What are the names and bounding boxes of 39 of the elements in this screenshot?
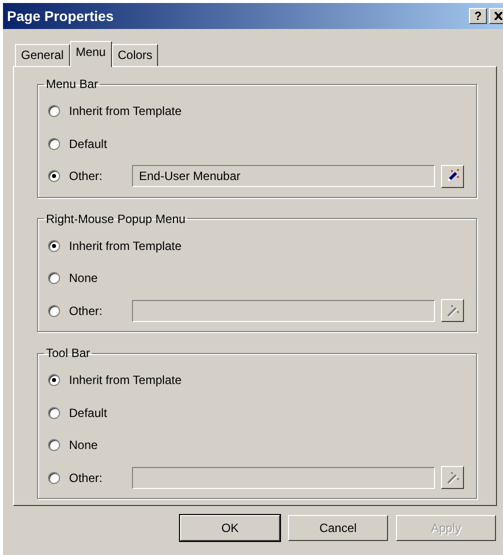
group-title: Right-Mouse Popup Menu bbox=[45, 212, 186, 226]
radio-option[interactable]: Inherit from Template bbox=[48, 104, 182, 118]
close-button[interactable] bbox=[489, 8, 503, 24]
tab[interactable]: Colors bbox=[112, 44, 158, 66]
tab[interactable]: General bbox=[15, 44, 70, 66]
radio-option[interactable]: None bbox=[48, 271, 132, 286]
menu-field[interactable]: End-User Menubar bbox=[132, 165, 435, 188]
wand-icon bbox=[444, 302, 460, 319]
pick-button[interactable] bbox=[441, 164, 464, 188]
tab[interactable]: Menu bbox=[70, 41, 112, 67]
close-icon bbox=[494, 12, 502, 20]
radio-option[interactable]: Other: bbox=[48, 470, 132, 485]
wand-icon bbox=[444, 168, 460, 184]
radio-button[interactable] bbox=[48, 406, 60, 419]
radio-option[interactable]: Other: bbox=[48, 169, 132, 184]
wand-icon bbox=[444, 470, 460, 486]
radio-button[interactable] bbox=[48, 374, 60, 386]
menu-field[interactable] bbox=[132, 300, 435, 322]
group-title: Tool Bar bbox=[45, 346, 92, 360]
group-title: Menu Bar bbox=[45, 77, 100, 91]
radio-button[interactable] bbox=[48, 138, 60, 150]
radio-option[interactable]: None bbox=[48, 438, 132, 452]
radio-button[interactable] bbox=[48, 105, 60, 118]
radio-button[interactable] bbox=[48, 272, 60, 284]
radio-option[interactable]: Other: bbox=[48, 304, 132, 318]
dialog-button[interactable]: OK bbox=[180, 515, 280, 541]
radio-button[interactable] bbox=[48, 304, 60, 317]
radio-option[interactable]: Default bbox=[48, 136, 132, 151]
window-title: Page Properties bbox=[7, 8, 115, 24]
radio-option[interactable]: Inherit from Template bbox=[48, 238, 182, 253]
radio-option[interactable]: Inherit from Template bbox=[48, 373, 182, 388]
radio-button[interactable] bbox=[48, 439, 60, 452]
radio-button[interactable] bbox=[48, 170, 60, 182]
radio-button[interactable] bbox=[48, 240, 60, 252]
dialog-button[interactable]: Cancel bbox=[288, 515, 388, 541]
menu-field[interactable] bbox=[132, 466, 435, 489]
radio-option[interactable]: Default bbox=[48, 406, 132, 420]
help-button[interactable]: ? bbox=[469, 8, 487, 24]
radio-button[interactable] bbox=[48, 472, 60, 484]
